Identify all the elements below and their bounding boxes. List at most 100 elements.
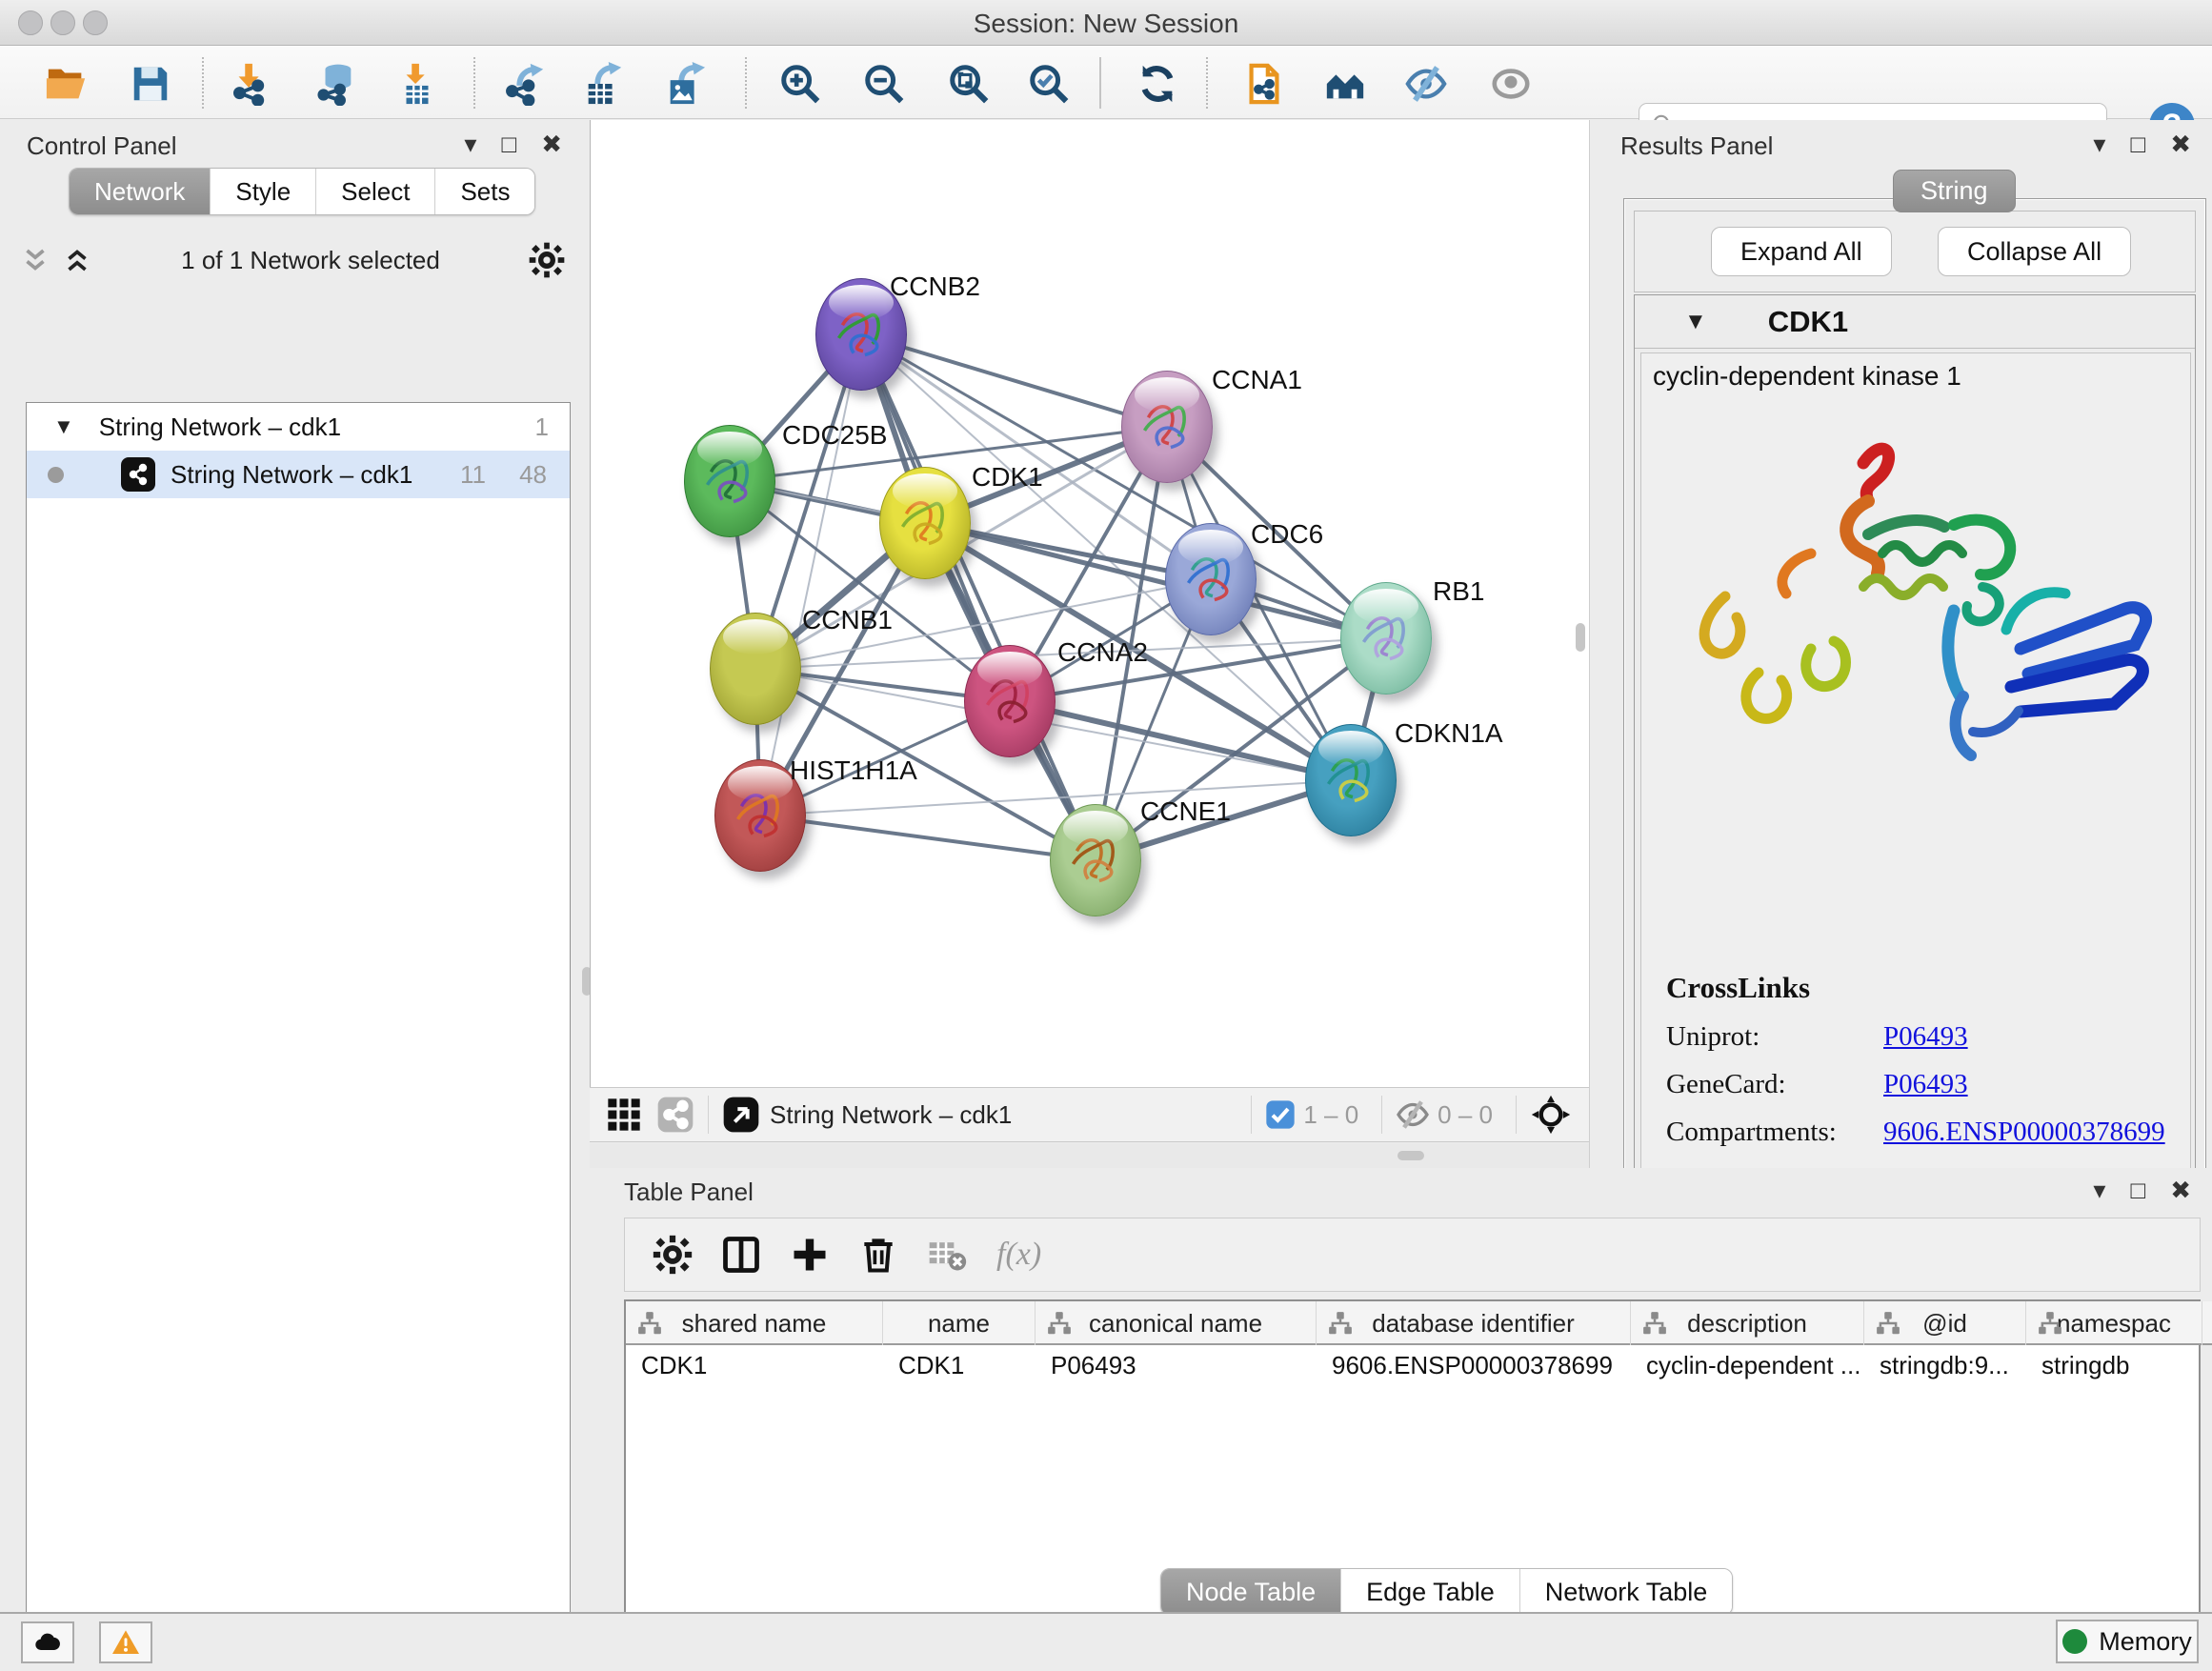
export-image-button[interactable] [660,59,710,109]
birds-eye-view-icon[interactable] [722,1096,760,1134]
table-panel-menu-button[interactable]: ▾ [2093,1176,2105,1205]
node-section-title: CDK1 [1768,305,1848,339]
network-collection-row[interactable]: ▼ String Network – cdk1 1 [27,403,570,451]
column-header-canonical-name[interactable]: canonical name [1036,1301,1317,1345]
table-cell[interactable]: P06493 [1036,1351,1317,1380]
node-description: cyclin-dependent kinase 1 [1653,361,1961,392]
tab-network-table[interactable]: Network Table [1520,1569,1733,1615]
table-cell[interactable]: stringdb:9... [1864,1351,2026,1380]
control-panel-menu-button[interactable]: ▾ [464,130,476,159]
network-options-gear-icon[interactable] [528,241,566,279]
column-header-shared-name[interactable]: shared name [626,1301,883,1345]
compartments-link[interactable]: 9606.ENSP00000378699 [1883,1117,2165,1148]
network-edge[interactable] [760,334,861,815]
cloud-status-button[interactable] [21,1621,74,1663]
network-node-cdkn1a[interactable] [1305,724,1397,836]
tab-node-table[interactable]: Node Table [1161,1569,1341,1615]
collapse-all-button[interactable]: Collapse All [1938,227,2131,276]
control-panel-float-button[interactable]: □ [501,130,516,159]
horizontal-split-handle[interactable] [1398,1151,1424,1160]
network-node-ccna2[interactable] [964,645,1056,757]
results-tab-string[interactable]: String [1893,170,2016,212]
tab-style[interactable]: Style [211,169,316,214]
tab-sets[interactable]: Sets [435,169,534,214]
tab-select[interactable]: Select [316,169,435,214]
table-panel-float-button[interactable]: □ [2130,1176,2145,1205]
column-header--id[interactable]: @id [1864,1301,2026,1345]
warnings-button[interactable] [99,1621,152,1663]
results-panel-float-button[interactable]: □ [2130,130,2145,159]
network-node-ccnb1[interactable] [710,613,801,725]
network-node-cdk1[interactable] [879,467,971,579]
table-cell[interactable]: cyclin-dependent ... [1631,1351,1864,1380]
network-node-ccna1[interactable] [1121,371,1213,483]
hidden-eye-slash-icon[interactable] [1396,1097,1430,1132]
genecard-link[interactable]: P06493 [1883,1069,1968,1100]
tab-network[interactable]: Network [70,169,211,214]
network-node-cdc25b[interactable] [684,425,775,537]
node-gloss [1135,377,1199,413]
import-table-file-button[interactable] [392,59,442,109]
new-network-from-selection-button[interactable] [1239,59,1289,109]
node-section-header[interactable]: ▼ CDK1 [1635,295,2195,349]
network-node-ccne1[interactable] [1050,804,1141,916]
fit-content-crosshair-icon[interactable] [1530,1094,1572,1136]
import-network-from-database-button[interactable] [312,59,361,109]
collapse-all-icon[interactable] [19,244,51,276]
network-node-rb1[interactable] [1340,582,1432,695]
expand-all-button[interactable]: Expand All [1711,227,1892,276]
table-header-row: shared namenamecanonical namedatabase id… [626,1301,2212,1345]
results-panel-split-handle[interactable] [1576,623,1585,652]
function-builder-icon[interactable]: f(x) [996,1237,1041,1273]
first-neighbors-button[interactable] [1320,59,1370,109]
add-column-icon[interactable] [789,1234,831,1276]
import-network-file-button[interactable] [226,59,275,109]
zoom-selected-button[interactable] [1024,59,1074,109]
memory-button[interactable]: Memory [2056,1620,2199,1663]
column-header-description[interactable]: description [1631,1301,1864,1345]
show-all-button[interactable] [1486,59,1536,109]
zoom-out-button[interactable] [859,59,909,109]
expand-all-icon[interactable] [61,244,93,276]
column-header-namespac[interactable]: namespac [2026,1301,2202,1345]
delete-table-icon[interactable] [926,1234,968,1276]
column-header-database-identifier[interactable]: database identifier [1317,1301,1631,1345]
zoom-out-icon [862,62,906,106]
network-edge[interactable] [760,815,1096,860]
network-canvas-panel[interactable]: CCNB2CCNA1CDC25BCDK1CDC6RB1CCNB1CCNA2CDK… [590,120,1589,1087]
control-panel-close-button[interactable]: ✖ [541,130,562,159]
table-options-gear-icon[interactable] [652,1234,694,1276]
export-network-button[interactable] [500,59,550,109]
zoom-fit-button[interactable] [944,59,994,109]
zoom-in-button[interactable] [775,59,825,109]
section-expander-icon[interactable]: ▼ [1684,309,1707,335]
open-session-button[interactable] [42,59,91,109]
network-node-cdc6[interactable] [1165,523,1257,635]
table-cell[interactable]: stringdb [2026,1351,2202,1380]
string-network-icon [121,457,155,492]
network-canvas[interactable]: CCNB2CCNA1CDC25BCDK1CDC6RB1CCNB1CCNA2CDK… [604,127,1590,1087]
collection-expander-icon[interactable]: ▼ [53,414,74,439]
uniprot-link[interactable]: P06493 [1883,1021,1968,1053]
tab-edge-table[interactable]: Edge Table [1341,1569,1520,1615]
delete-column-icon[interactable] [857,1234,899,1276]
table-panel-close-button[interactable]: ✖ [2170,1176,2191,1205]
refresh-layout-button[interactable] [1133,59,1182,109]
selected-checkbox-icon[interactable] [1265,1099,1296,1130]
network-row[interactable]: String Network – cdk1 11 48 [27,451,570,498]
network-share-view-icon[interactable] [656,1096,694,1134]
column-header-name[interactable]: name [883,1301,1036,1345]
table-cell[interactable]: CDK1 [883,1351,1036,1380]
save-session-button[interactable] [126,59,175,109]
node-gloss [697,432,762,467]
results-panel-close-button[interactable]: ✖ [2170,130,2191,159]
network-edge[interactable] [861,334,1167,427]
network-edge[interactable] [1010,701,1351,780]
table-cell[interactable]: CDK1 [626,1351,883,1380]
show-columns-icon[interactable] [720,1234,762,1276]
export-table-button[interactable] [578,59,628,109]
results-panel-menu-button[interactable]: ▾ [2093,130,2105,159]
grid-view-icon[interactable] [605,1096,643,1134]
hide-selected-button[interactable] [1401,59,1451,109]
table-cell[interactable]: 9606.ENSP00000378699 [1317,1351,1631,1380]
